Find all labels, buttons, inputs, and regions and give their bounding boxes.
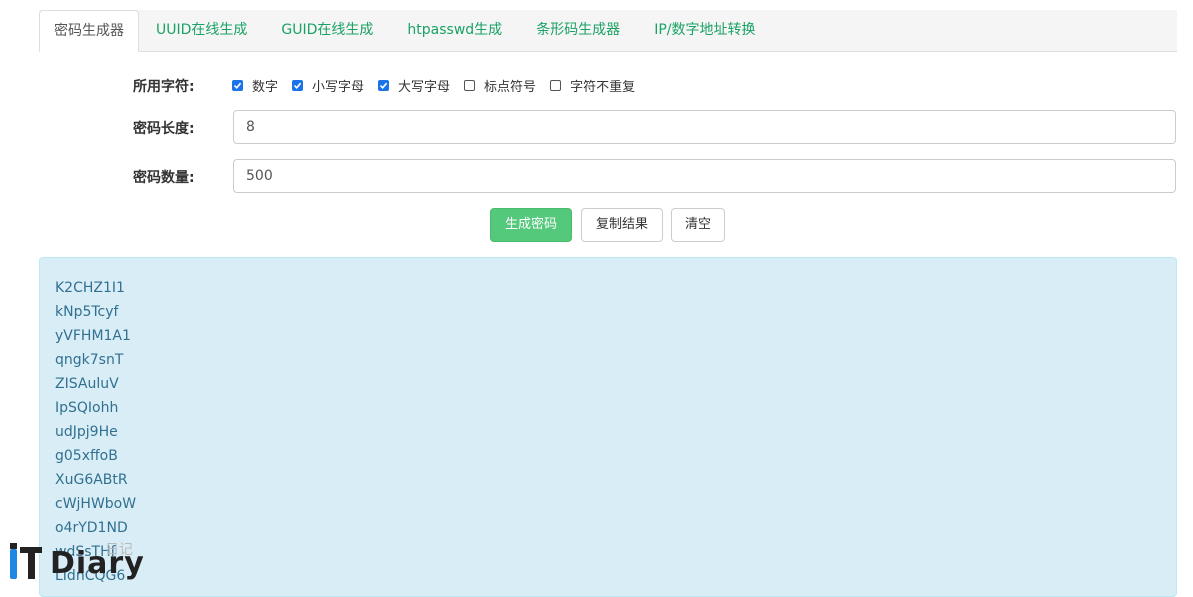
result-line: o4rYD1ND [55, 520, 128, 536]
result-line: IpSQIohh [55, 400, 119, 416]
count-label: 密码数量: [133, 170, 195, 186]
tab-bar: 密码生成器 UUID在线生成 GUID在线生成 htpasswd生成 条形码生成… [39, 10, 1177, 52]
option-lowercase[interactable]: 小写字母 [292, 76, 364, 95]
password-count-input[interactable] [233, 159, 1176, 193]
result-line: cWjHWboW [55, 496, 137, 512]
digits-checkbox[interactable] [232, 79, 243, 91]
tab-htpasswd-generator[interactable]: htpasswd生成 [390, 10, 519, 51]
charset-label: 所用字符: [133, 79, 195, 95]
tab-barcode-generator[interactable]: 条形码生成器 [519, 10, 637, 51]
tab-guid-generator[interactable]: GUID在线生成 [264, 10, 390, 51]
lowercase-label: 小写字母 [312, 79, 365, 95]
result-line: XuG6ABtR [55, 472, 128, 488]
tab-uuid-generator[interactable]: UUID在线生成 [139, 10, 264, 51]
copy-result-button[interactable]: 复制结果 [581, 208, 663, 242]
length-label: 密码长度: [133, 121, 195, 137]
result-line: wdSsTHf [55, 544, 116, 560]
charset-options: 数字 小写字母 大写字母 标点符号 字符不重复 [232, 75, 649, 95]
option-punctuation[interactable]: 标点符号 [464, 76, 536, 95]
no-repeat-checkbox[interactable] [550, 79, 562, 91]
result-line: kNp5Tcyf [55, 304, 119, 320]
generate-button[interactable]: 生成密码 [490, 208, 572, 242]
clear-button[interactable]: 清空 [671, 208, 725, 242]
lowercase-checkbox[interactable] [292, 79, 304, 91]
punctuation-checkbox[interactable] [464, 79, 476, 91]
tab-ip-number-converter[interactable]: IP/数字地址转换 [637, 10, 772, 51]
result-line: g05xffoB [55, 448, 118, 464]
result-line: yVFHM1A1 [55, 328, 131, 344]
result-line: K2CHZ1I1 [55, 280, 125, 296]
password-length-input[interactable] [233, 110, 1176, 144]
uppercase-label: 大写字母 [398, 79, 451, 95]
digits-label: 数字 [252, 79, 279, 95]
uppercase-checkbox[interactable] [378, 79, 390, 91]
result-panel: K2CHZ1I1 kNp5Tcyf yVFHM1A1 qngk7snT ZISA… [39, 257, 1177, 597]
option-no-repeat[interactable]: 字符不重复 [550, 76, 635, 95]
result-line: LIdnCQG6 [55, 568, 126, 584]
tab-password-generator[interactable]: 密码生成器 [39, 10, 139, 52]
punctuation-label: 标点符号 [484, 79, 537, 95]
option-digits[interactable]: 数字 [232, 76, 278, 95]
result-line: ZISAuluV [55, 376, 119, 392]
result-line: udJpj9He [55, 424, 118, 440]
no-repeat-label: 字符不重复 [570, 79, 636, 95]
result-line: qngk7snT [55, 352, 124, 368]
option-uppercase[interactable]: 大写字母 [378, 76, 450, 95]
